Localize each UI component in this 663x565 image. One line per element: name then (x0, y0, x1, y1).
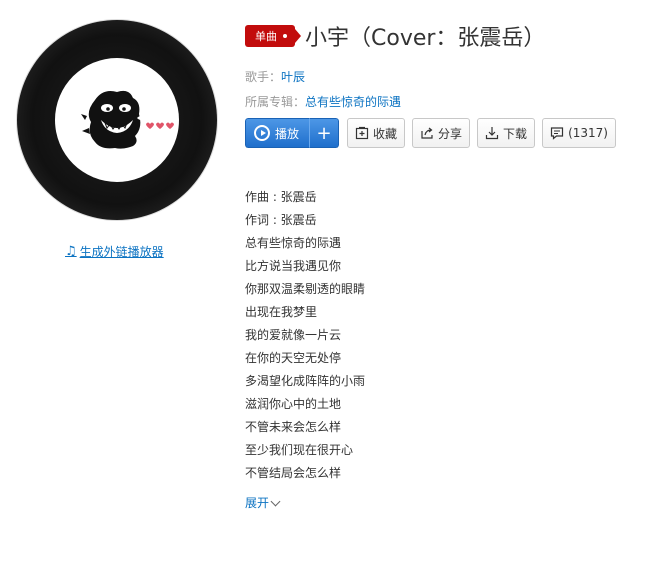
lyric-line: 出现在我梦里 (245, 305, 318, 319)
download-button[interactable]: 下载 (477, 118, 536, 148)
collect-icon (355, 126, 369, 140)
action-toolbar: 播放 + 收藏 分享 下载 (1317) (245, 118, 623, 148)
music-note-icon: ♫ (65, 244, 77, 259)
album-link[interactable]: 总有些惊奇的际遇 (305, 95, 401, 109)
generate-external-player-link[interactable]: ♫ 生成外链播放器 (65, 243, 164, 260)
expand-label: 展开 (245, 496, 270, 510)
download-icon (485, 126, 499, 140)
lyric-line: 我的爱就像一片云 (245, 328, 342, 342)
download-label: 下载 (503, 126, 528, 141)
play-icon (254, 125, 270, 141)
song-title: 小宇（Cover：张震岳） (305, 26, 546, 51)
lyric-line: 总有些惊奇的际遇 (245, 236, 342, 250)
cartoon-character-icon (81, 90, 174, 149)
album-row: 所属专辑：总有些惊奇的际遇 (245, 93, 401, 110)
collect-button[interactable]: 收藏 (347, 118, 406, 148)
comment-button[interactable]: (1317) (542, 118, 616, 148)
lyric-line: 滋润你心中的土地 (245, 397, 342, 411)
comment-icon (550, 126, 564, 140)
cover-art (55, 58, 179, 182)
collect-label: 收藏 (373, 126, 398, 141)
chevron-down-icon (270, 496, 281, 506)
single-tag-badge: 单曲 (245, 25, 301, 47)
lyric-line: 多渴望化成阵阵的小雨 (245, 374, 366, 388)
lyric-line: 不管未来会怎么样 (245, 420, 342, 434)
external-player-label: 生成外链播放器 (79, 245, 164, 259)
tag-dot-icon (283, 34, 287, 38)
lyric-line: 作词 : 张震岳 (245, 213, 317, 227)
share-icon (420, 126, 434, 140)
play-label: 播放 (275, 126, 300, 141)
lyric-line: 比方说当我遇见你 (245, 259, 342, 273)
singer-link[interactable]: 叶辰 (281, 70, 305, 84)
play-button[interactable]: 播放 (245, 118, 310, 148)
share-button[interactable]: 分享 (412, 118, 471, 148)
song-title-row: 单曲 小宇（Cover：张震岳） (245, 20, 545, 52)
lyric-line: 作曲 : 张震岳 (245, 190, 317, 204)
single-tag-label: 单曲 (255, 30, 277, 43)
album-label: 所属专辑： (245, 95, 306, 109)
share-label: 分享 (438, 126, 463, 141)
song-cover-vinyl (17, 20, 217, 220)
lyric-line: 在你的天空无处停 (245, 351, 342, 365)
comment-count: (1317) (568, 126, 608, 140)
singer-label: 歌手： (245, 70, 282, 84)
add-to-playlist-button[interactable]: + (309, 118, 340, 148)
expand-lyrics-link[interactable]: 展开 (245, 494, 281, 511)
lyric-line: 至少我们现在很开心 (245, 443, 354, 457)
lyric-line: 你那双温柔剔透的眼睛 (245, 282, 366, 296)
lyrics-block: 作曲 : 张震岳 作词 : 张震岳总有些惊奇的际遇 比方说当我遇见你你那双温柔剔透的… (245, 189, 365, 488)
play-button-group: 播放 + (245, 118, 340, 148)
lyric-line: 不管结局会怎么样 (245, 466, 342, 480)
singer-row: 歌手：叶辰 (245, 68, 305, 85)
